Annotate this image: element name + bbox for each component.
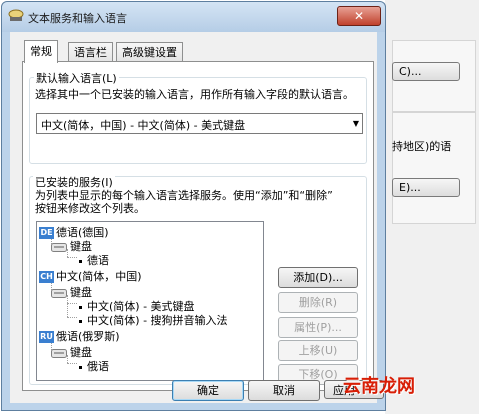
background-button-1[interactable]: C)... bbox=[392, 62, 460, 81]
background-button-1-label: C)... bbox=[399, 65, 422, 78]
tree-item[interactable]: 中文(简体) - 搜狗拼音输入法 bbox=[79, 312, 228, 328]
background-button-2-label: E)... bbox=[399, 181, 421, 194]
tree-language-chinese[interactable]: CH 中文(简体，中国) bbox=[39, 268, 142, 284]
tree-item-label: 德语 bbox=[87, 254, 109, 267]
bullet-icon bbox=[79, 365, 82, 369]
ok-button[interactable]: 确定 bbox=[172, 380, 244, 401]
tree-language-chinese-label: 中文(简体，中国) bbox=[56, 270, 142, 283]
properties-button[interactable]: 属性(P)... bbox=[278, 317, 358, 338]
tree-item-label: 中文(简体) - 搜狗拼音输入法 bbox=[87, 314, 228, 327]
input-language-tree[interactable]: DE 德语(德国) 键盘 德语 CH 中文(简体，中国) 键盘 中文(简体) - 美… bbox=[36, 221, 264, 381]
bullet-icon bbox=[79, 319, 82, 323]
tree-language-russian[interactable]: RU 俄语(俄罗斯) bbox=[39, 328, 120, 344]
general-tab-panel: 默认输入语言(L) 选择其中一个已安装的输入语言，用作所有输入字段的默认语言。 … bbox=[22, 61, 374, 391]
bullet-icon bbox=[79, 305, 82, 309]
tree-item[interactable]: 德语 bbox=[79, 252, 109, 268]
background-panel-lower bbox=[392, 112, 476, 224]
close-button[interactable]: ✕ bbox=[337, 6, 381, 26]
default-language-select[interactable]: 中文(简体，中国) - 中文(简体) - 美式键盘 ▼ bbox=[36, 113, 363, 134]
background-button-2[interactable]: E)... bbox=[392, 178, 460, 197]
keyboard-app-icon bbox=[8, 9, 24, 21]
watermark: 云南龙网 bbox=[343, 376, 415, 397]
dialog-client-area: 常规 语言栏 高级键设置 默认输入语言(L) 选择其中一个已安装的输入语言，用作… bbox=[10, 32, 384, 403]
text-services-dialog: 文本服务和输入语言 ✕ 常规 语言栏 高级键设置 默认输入语言(L) 选择其中一… bbox=[1, 1, 386, 411]
keyboard-icon bbox=[51, 288, 67, 298]
language-badge-ch-icon: CH bbox=[39, 271, 54, 283]
add-button[interactable]: 添加(D)... bbox=[278, 267, 358, 288]
tab-language-bar[interactable]: 语言栏 bbox=[68, 42, 113, 62]
dialog-title: 文本服务和输入语言 bbox=[28, 12, 127, 25]
default-language-label: 默认输入语言(L) bbox=[34, 70, 119, 86]
bullet-icon bbox=[79, 259, 82, 263]
tree-language-russian-label: 俄语(俄罗斯) bbox=[56, 330, 120, 343]
cancel-button[interactable]: 取消 bbox=[248, 380, 320, 401]
background-side-text: 持地区)的语 bbox=[392, 140, 452, 153]
installed-services-description-2: 按钮来修改这个列表。 bbox=[35, 202, 145, 215]
title-bar[interactable]: 文本服务和输入语言 ✕ bbox=[2, 2, 385, 32]
language-badge-ru-icon: RU bbox=[39, 331, 54, 343]
default-language-description: 选择其中一个已安装的输入语言，用作所有输入字段的默认语言。 bbox=[35, 88, 354, 101]
default-language-value: 中文(简体，中国) - 中文(简体) - 美式键盘 bbox=[41, 119, 246, 132]
remove-button[interactable]: 删除(R) bbox=[278, 292, 358, 313]
dropdown-arrow-icon: ▼ bbox=[352, 119, 359, 128]
keyboard-icon bbox=[51, 242, 67, 252]
tab-general[interactable]: 常规 bbox=[24, 40, 58, 63]
keyboard-icon bbox=[51, 348, 67, 358]
move-up-button[interactable]: 上移(U) bbox=[278, 340, 358, 361]
tree-item[interactable]: 俄语 bbox=[79, 358, 109, 374]
tab-advanced-key-settings[interactable]: 高级键设置 bbox=[116, 42, 183, 62]
tree-item-label: 俄语 bbox=[87, 360, 109, 373]
